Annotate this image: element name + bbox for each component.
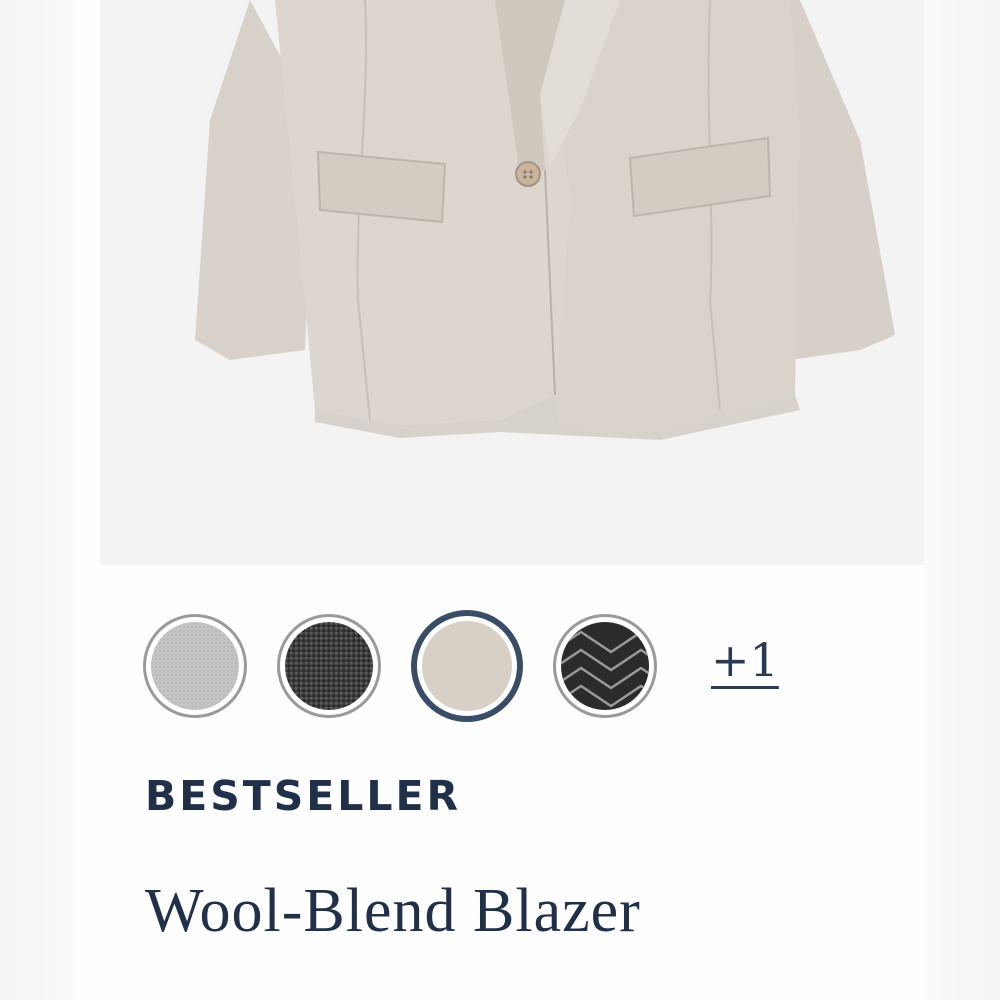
swatch-oatmeal-fill: [422, 621, 512, 711]
swatch-black-herringbone-fill: [561, 622, 649, 710]
left-margin: [0, 0, 76, 1000]
product-image[interactable]: [100, 0, 924, 565]
right-margin: [924, 0, 1000, 1000]
swatch-light-grey-fill: [151, 622, 239, 710]
color-swatches: +1: [143, 610, 779, 722]
product-card-page: +1 BESTSELLER Wool-Blend Blazer: [0, 0, 1000, 1000]
swatch-dark-grey-fill: [285, 622, 373, 710]
swatch-black-herringbone[interactable]: [553, 614, 657, 718]
swatch-dark-grey-houndstooth[interactable]: [277, 614, 381, 718]
product-title[interactable]: Wool-Blend Blazer: [145, 876, 641, 947]
more-colors-link[interactable]: +1: [711, 637, 779, 683]
swatch-light-grey[interactable]: [143, 614, 247, 718]
swatch-oatmeal[interactable]: [411, 610, 523, 722]
bestseller-badge: BESTSELLER: [145, 772, 462, 820]
